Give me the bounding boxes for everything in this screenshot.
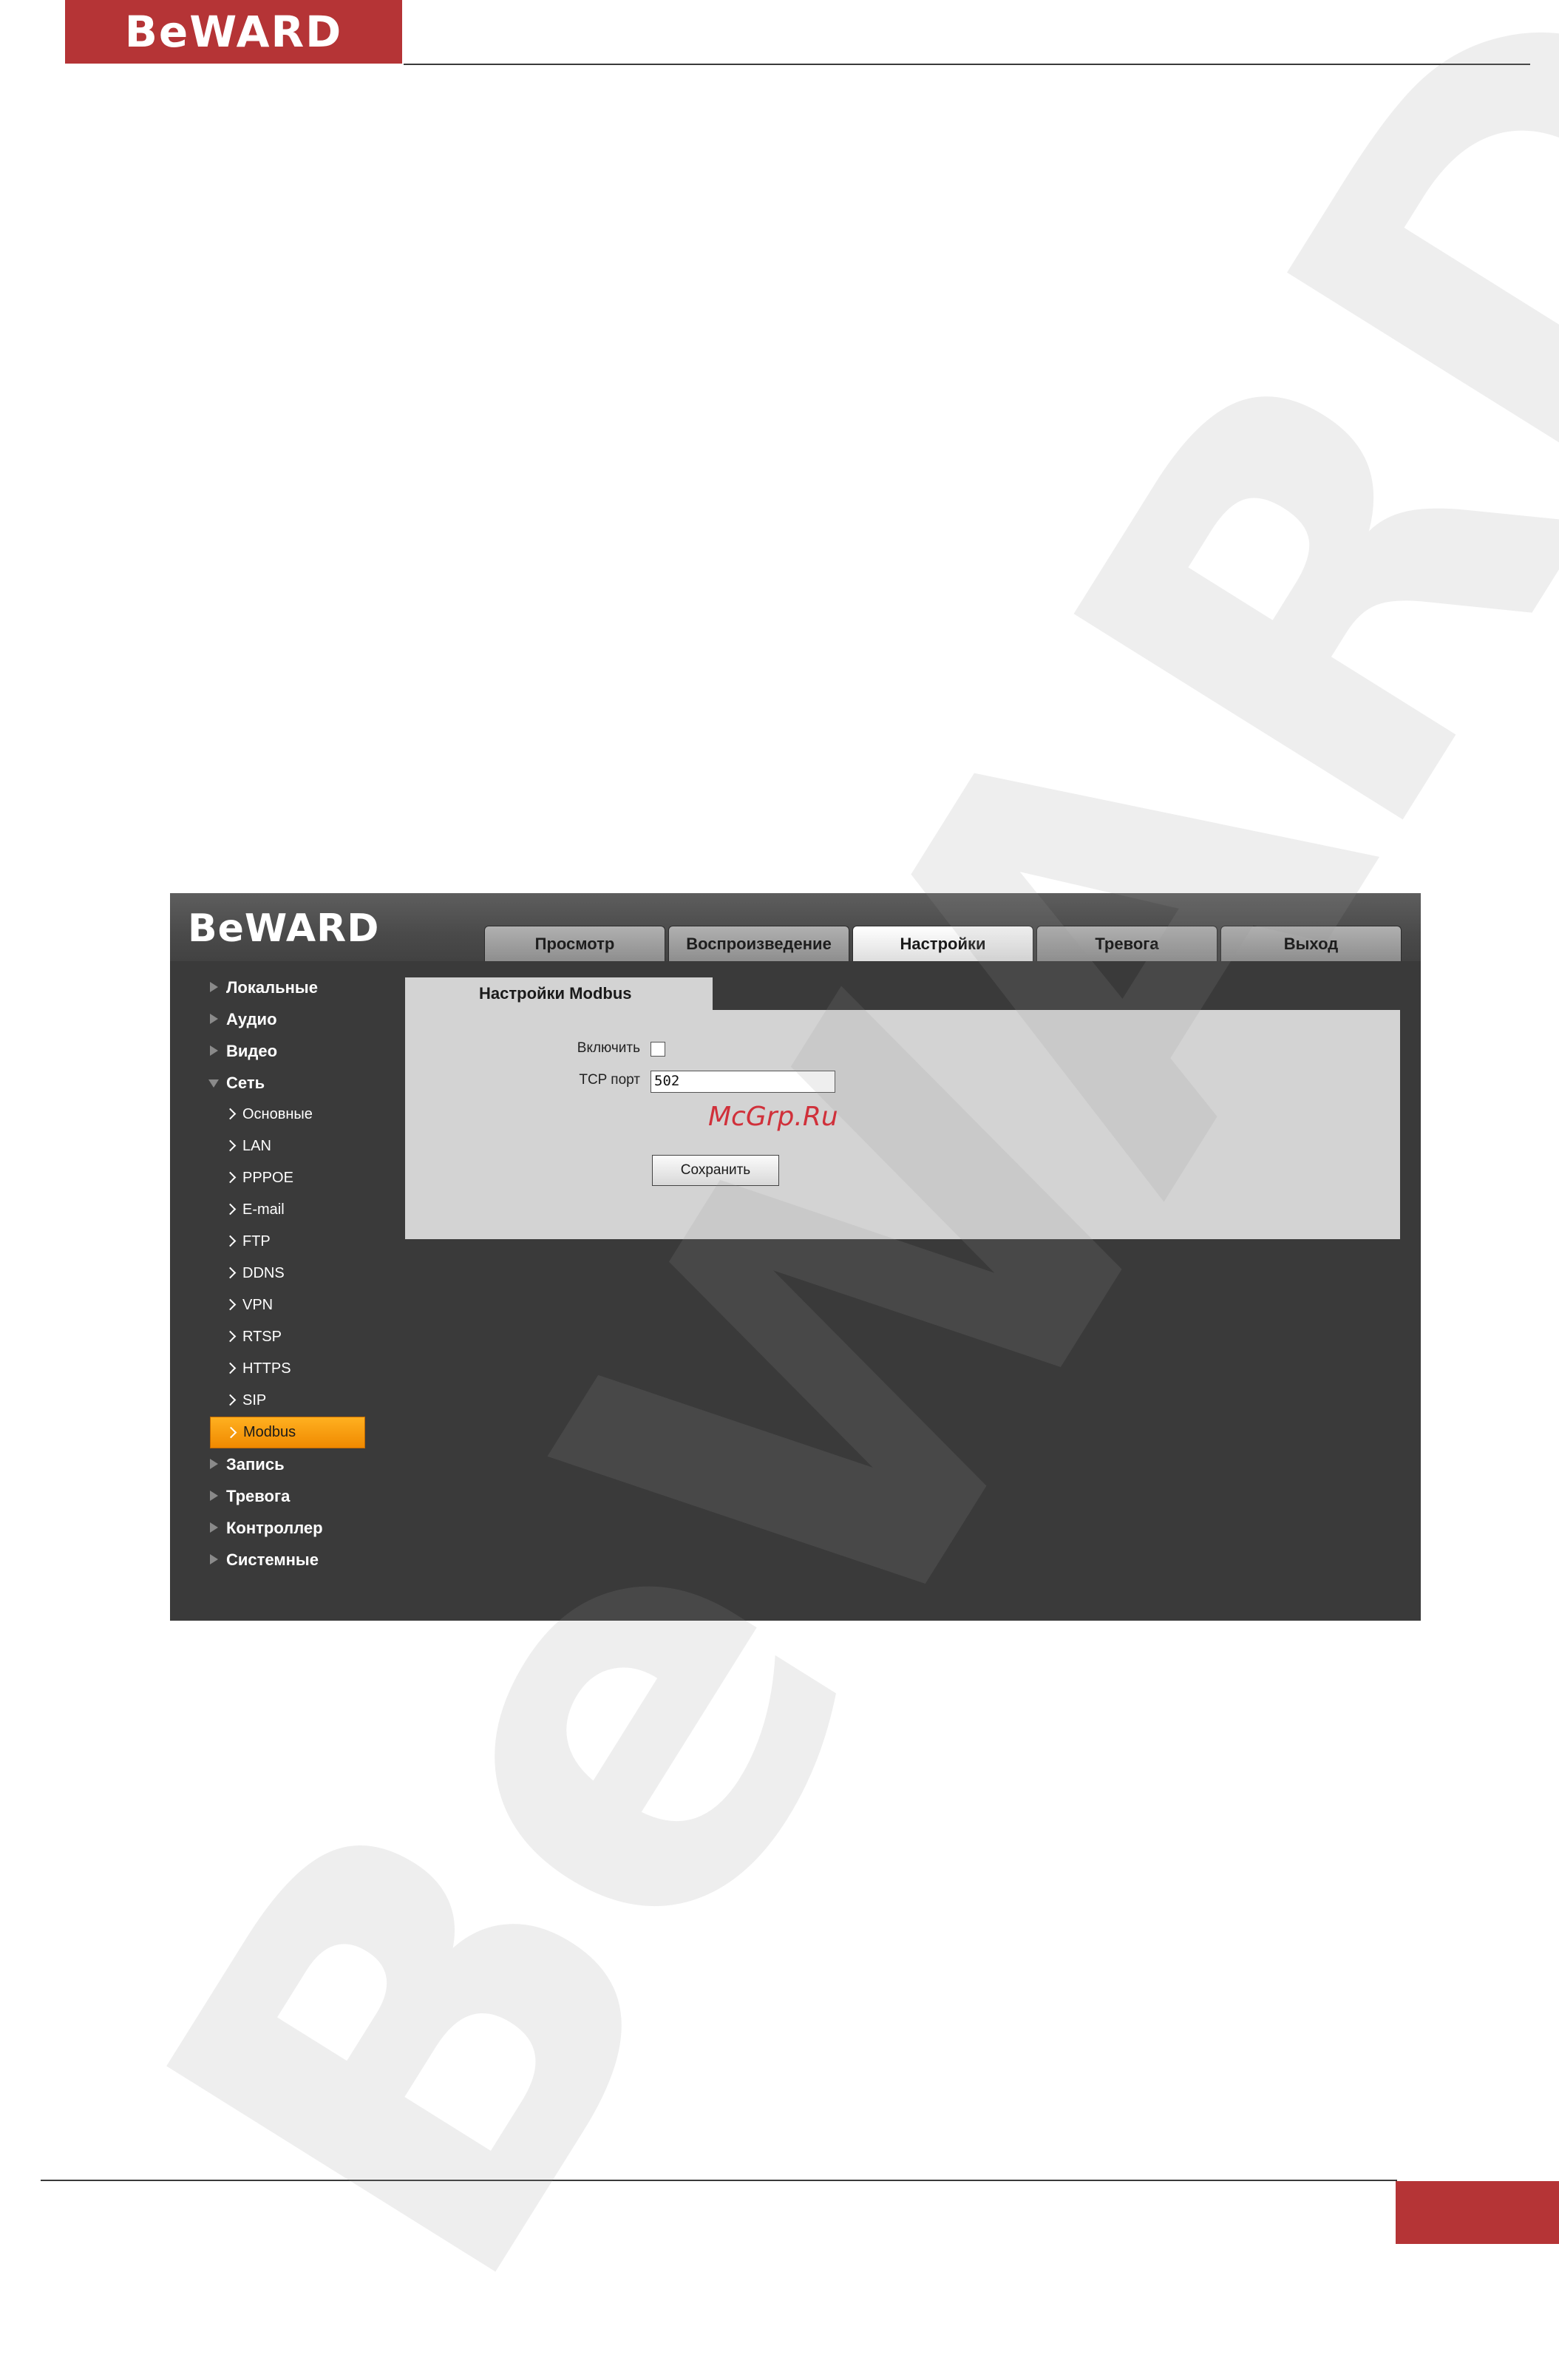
camera-web-interface: BeWARD Просмотр Воспроизведение Настройк… <box>170 893 1421 1621</box>
expand-arrow-icon <box>210 1459 218 1469</box>
chevron-right-icon <box>224 1267 237 1279</box>
sidebar-item-local[interactable]: Локальные <box>170 972 414 1003</box>
sidebar-subitem-vpn[interactable]: VPN <box>170 1289 414 1321</box>
site-watermark-text: McGrp.Ru <box>708 1102 838 1132</box>
sidebar-item-network[interactable]: Сеть <box>170 1067 414 1099</box>
tab-settings[interactable]: Настройки <box>852 926 1033 961</box>
expand-arrow-icon <box>210 1491 218 1501</box>
sidebar-subitem-label: Modbus <box>243 1424 296 1440</box>
settings-sidebar: Локальные Аудио Видео Сеть Основные LAN … <box>170 972 414 1576</box>
tab-logout[interactable]: Выход <box>1220 926 1402 961</box>
sidebar-item-label: Аудио <box>226 1009 277 1028</box>
chevron-right-icon <box>224 1108 237 1120</box>
chevron-right-icon <box>224 1362 237 1374</box>
sidebar-subitem-ddns[interactable]: DDNS <box>170 1258 414 1289</box>
chevron-right-icon <box>224 1330 237 1343</box>
save-button[interactable]: Сохранить <box>652 1155 779 1186</box>
document-header-divider <box>404 64 1530 65</box>
chevron-right-icon <box>225 1426 237 1439</box>
sidebar-item-label: Локальные <box>226 977 318 997</box>
sidebar-subitem-ftp[interactable]: FTP <box>170 1226 414 1258</box>
expand-arrow-icon <box>210 1522 218 1533</box>
app-logo: BeWARD <box>188 906 380 951</box>
chevron-right-icon <box>224 1298 237 1311</box>
sidebar-item-alarm[interactable]: Тревога <box>170 1480 414 1512</box>
chevron-right-icon <box>224 1171 237 1184</box>
expand-arrow-icon <box>210 982 218 992</box>
expand-arrow-icon <box>210 1045 218 1056</box>
app-header: BeWARD Просмотр Воспроизведение Настройк… <box>170 893 1421 961</box>
sidebar-subitem-label: Основные <box>242 1106 313 1122</box>
content-title-tab: Настройки Modbus <box>405 977 713 1010</box>
sidebar-item-video[interactable]: Видео <box>170 1035 414 1067</box>
sidebar-subitem-pppoe[interactable]: PPPOE <box>170 1162 414 1194</box>
sidebar-subitem-label: FTP <box>242 1233 271 1250</box>
expand-arrow-icon <box>210 1554 218 1564</box>
main-tabs: Просмотр Воспроизведение Настройки Трево… <box>484 926 1405 961</box>
chevron-right-icon <box>224 1203 237 1216</box>
sidebar-subitem-label: DDNS <box>242 1265 285 1281</box>
sidebar-item-label: Системные <box>226 1550 319 1569</box>
tab-alarm[interactable]: Тревога <box>1036 926 1217 961</box>
collapse-arrow-icon <box>208 1079 219 1088</box>
document-footer-block <box>1396 2181 1559 2244</box>
enable-checkbox[interactable] <box>651 1042 665 1057</box>
sidebar-subitem-email[interactable]: E-mail <box>170 1194 414 1226</box>
expand-arrow-icon <box>210 1014 218 1024</box>
sidebar-item-label: Видео <box>226 1041 278 1060</box>
sidebar-subitem-label: LAN <box>242 1138 271 1154</box>
chevron-right-icon <box>224 1235 237 1247</box>
enable-label: Включить <box>577 1040 640 1056</box>
sidebar-item-label: Запись <box>226 1454 285 1474</box>
document-footer-divider <box>41 2180 1397 2181</box>
sidebar-subitem-label: RTSP <box>242 1329 282 1345</box>
tcp-port-label: TCP порт <box>579 1072 640 1088</box>
tab-view[interactable]: Просмотр <box>484 926 665 961</box>
chevron-right-icon <box>224 1139 237 1152</box>
tcp-port-input[interactable]: 502 <box>651 1071 835 1093</box>
sidebar-item-record[interactable]: Запись <box>170 1448 414 1480</box>
sidebar-item-label: Контроллер <box>226 1518 323 1537</box>
sidebar-item-label: Тревога <box>226 1486 291 1505</box>
document-logo-text: BeWARD <box>124 7 343 57</box>
sidebar-subitem-modbus[interactable]: Modbus <box>210 1417 365 1448</box>
document-header-logo: BeWARD <box>65 0 402 64</box>
sidebar-subitem-label: VPN <box>242 1297 274 1313</box>
chevron-right-icon <box>224 1394 237 1406</box>
modbus-settings-panel: Включить TCP порт 502 McGrp.Ru Сохранить <box>405 1010 1400 1239</box>
sidebar-subitem-basic[interactable]: Основные <box>170 1099 414 1130</box>
sidebar-item-system[interactable]: Системные <box>170 1544 414 1576</box>
sidebar-item-audio[interactable]: Аудио <box>170 1003 414 1035</box>
sidebar-subitem-label: PPPOE <box>242 1170 293 1186</box>
sidebar-subitem-label: HTTPS <box>242 1360 291 1377</box>
sidebar-subitem-label: SIP <box>242 1392 267 1408</box>
sidebar-subitem-rtsp[interactable]: RTSP <box>170 1321 414 1353</box>
sidebar-item-controller[interactable]: Контроллер <box>170 1512 414 1544</box>
sidebar-subitem-sip[interactable]: SIP <box>170 1385 414 1417</box>
tab-playback[interactable]: Воспроизведение <box>668 926 849 961</box>
sidebar-subitem-https[interactable]: HTTPS <box>170 1353 414 1385</box>
sidebar-item-label: Сеть <box>226 1073 265 1092</box>
sidebar-subitem-lan[interactable]: LAN <box>170 1130 414 1162</box>
sidebar-subitem-label: E-mail <box>242 1201 285 1218</box>
